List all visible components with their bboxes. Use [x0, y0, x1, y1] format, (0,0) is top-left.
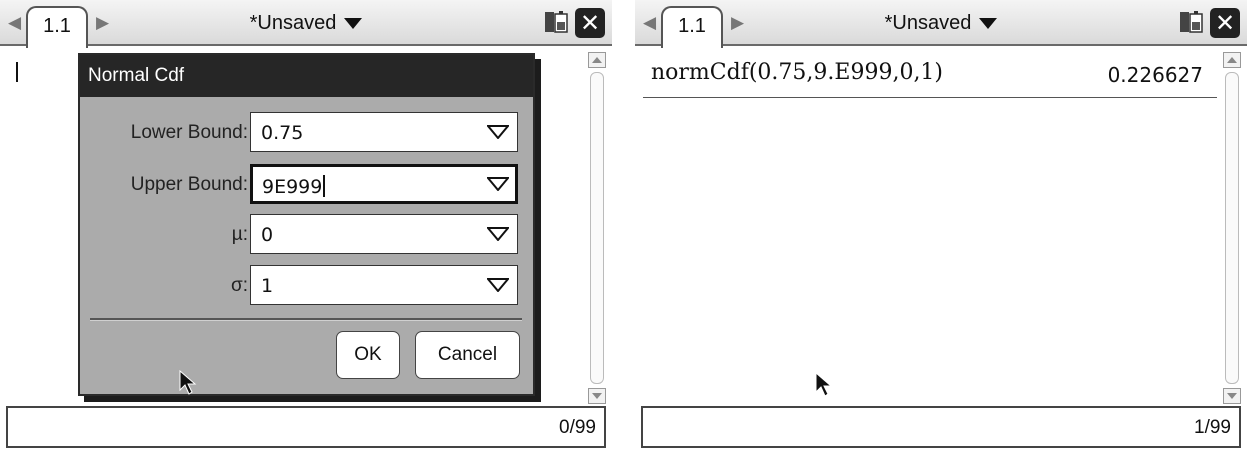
history-result: 0.226627 — [1107, 63, 1203, 87]
entry-count: 0/99 — [559, 417, 596, 438]
upper-bound-input[interactable]: 9E999 — [250, 164, 518, 204]
scroll-track[interactable] — [1225, 72, 1239, 384]
chevron-down-icon — [979, 18, 998, 30]
scroll-track[interactable] — [590, 72, 604, 384]
mouse-pointer-icon — [179, 370, 197, 395]
ok-button[interactable]: OK — [336, 331, 400, 379]
page-tab[interactable]: 1.1 — [26, 6, 88, 48]
document-title-menu[interactable]: *Unsaved — [0, 10, 612, 36]
chevron-down-icon[interactable] — [487, 227, 509, 241]
chevron-down-icon — [344, 18, 363, 30]
history-entry[interactable]: normCdf(0.75,9.E999,0,1) 0.226627 — [643, 46, 1217, 98]
upper-bound-row: Upper Bound: 9E999 — [80, 164, 533, 206]
vertical-scrollbar[interactable] — [586, 50, 608, 406]
lower-bound-input[interactable]: 0.75 — [250, 112, 518, 152]
lower-bound-value: 0.75 — [261, 122, 304, 144]
status-bar: 1/99 — [641, 406, 1241, 448]
upper-bound-value-wrap: 9E999 — [262, 175, 326, 198]
mu-label: µ: — [231, 224, 248, 245]
mu-value: 0 — [261, 224, 274, 246]
document-title-menu[interactable]: *Unsaved — [635, 10, 1247, 36]
scroll-up-icon[interactable] — [588, 52, 606, 68]
normal-cdf-dialog: Normal Cdf Lower Bound: 0.75 Upper Bound… — [78, 53, 535, 396]
dialog-divider — [90, 318, 522, 321]
text-cursor — [16, 62, 18, 82]
cancel-button[interactable]: Cancel — [415, 331, 520, 379]
entry-count: 1/99 — [1194, 417, 1231, 438]
text-cursor — [323, 175, 326, 197]
scroll-down-icon[interactable] — [588, 388, 606, 404]
battery-icon — [545, 11, 568, 33]
battery-icon — [1180, 11, 1203, 33]
sigma-label: σ: — [230, 275, 248, 296]
dialog-title: Normal Cdf — [80, 55, 533, 97]
sigma-row: σ: 1 — [80, 265, 533, 307]
lower-bound-label: Lower Bound: — [130, 122, 248, 143]
document-title: *Unsaved — [884, 12, 972, 34]
lower-bound-row: Lower Bound: 0.75 — [80, 112, 533, 154]
close-icon[interactable]: ✕ — [575, 8, 605, 38]
scroll-up-icon[interactable] — [1223, 52, 1241, 68]
scroll-down-icon[interactable] — [1223, 388, 1241, 404]
chevron-down-icon[interactable] — [487, 177, 509, 191]
upper-bound-value: 9E999 — [262, 176, 323, 198]
sigma-value: 1 — [261, 275, 274, 297]
chevron-down-icon[interactable] — [487, 278, 509, 292]
close-icon[interactable]: ✕ — [1210, 8, 1240, 38]
vertical-scrollbar[interactable] — [1221, 50, 1243, 406]
mu-row: µ: 0 — [80, 214, 533, 256]
chevron-down-icon[interactable] — [487, 125, 509, 139]
page-tab[interactable]: 1.1 — [661, 6, 723, 48]
status-bar: 0/99 — [6, 406, 606, 448]
left-screen: ◀ 1.1 ▶ *Unsaved ✕ 0/99 Normal Cdf Lower… — [0, 0, 612, 453]
mu-input[interactable]: 0 — [250, 214, 518, 254]
right-screen: ◀ 1.1 ▶ *Unsaved ✕ normCdf(0.75,9.E999,0… — [635, 0, 1247, 453]
calculator-work-area[interactable] — [643, 46, 1219, 404]
upper-bound-label: Upper Bound: — [130, 174, 248, 195]
top-bar: ◀ 1.1 ▶ *Unsaved ✕ — [635, 0, 1247, 48]
mouse-pointer-icon — [815, 372, 833, 397]
document-title: *Unsaved — [249, 12, 337, 34]
top-bar: ◀ 1.1 ▶ *Unsaved ✕ — [0, 0, 612, 48]
sigma-input[interactable]: 1 — [250, 265, 518, 305]
history-expression: normCdf(0.75,9.E999,0,1) — [651, 60, 944, 85]
